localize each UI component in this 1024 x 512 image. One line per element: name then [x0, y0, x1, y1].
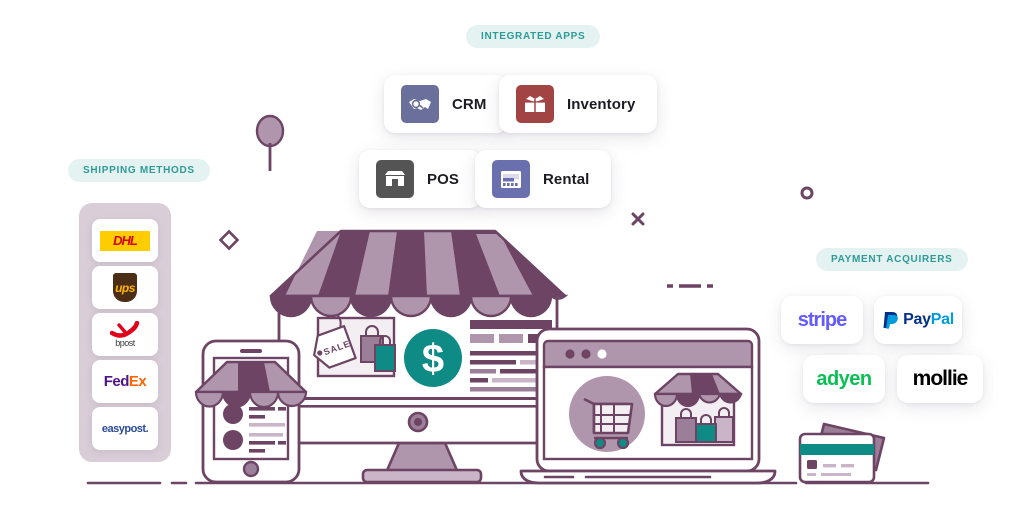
- calendar-icon: [492, 160, 530, 198]
- svg-text:$: $: [422, 337, 444, 381]
- shipping-logo-fedex[interactable]: FedEx: [92, 360, 158, 403]
- open-box-icon: [516, 85, 554, 123]
- shipping-logo-ups[interactable]: ups: [92, 266, 158, 309]
- app-card-label: POS: [427, 170, 459, 188]
- mobile-phone: [194, 339, 308, 484]
- shipping-logo-label: ups: [115, 280, 135, 295]
- storefront-awning: [269, 229, 569, 318]
- handshake-icon: [401, 85, 439, 123]
- shipping-logo-dhl[interactable]: DHL: [92, 219, 158, 262]
- payment-logo-paypal[interactable]: PayPal: [874, 296, 962, 344]
- app-card-label: Rental: [543, 170, 590, 188]
- paypal-p-icon: [883, 312, 898, 329]
- decoration-ring-outline: [800, 186, 814, 200]
- shipping-logo-label: easypost.: [101, 422, 149, 435]
- payment-logo-stripe[interactable]: stripe: [781, 296, 863, 344]
- payment-logo-label: mollie: [912, 367, 969, 390]
- credit-cards: [798, 422, 886, 484]
- shipping-logo-label: DHL: [113, 233, 138, 248]
- app-card-label: CRM: [452, 95, 487, 113]
- badge-integrated-apps: INTEGRATED APPS: [466, 25, 601, 48]
- app-card-rental[interactable]: Rental: [475, 150, 612, 208]
- app-card-pos[interactable]: POS: [359, 150, 481, 208]
- payment-logo-label: adyen: [816, 367, 872, 390]
- badge-shipping-methods: SHIPPING METHODS: [68, 159, 210, 182]
- shipping-logo-label: bpost: [115, 338, 135, 348]
- shipping-logo-easypost[interactable]: easypost.: [92, 407, 158, 450]
- decoration-x-mark: [631, 212, 645, 226]
- shipping-logo-label: FedEx: [103, 373, 147, 390]
- desktop-monitor: SALE $: [269, 229, 569, 484]
- app-card-inventory[interactable]: Inventory: [499, 75, 658, 133]
- payment-logo-adyen[interactable]: adyen: [803, 355, 885, 403]
- payment-logo-label: stripe: [797, 308, 847, 331]
- decoration-diamond-outline: [218, 229, 240, 251]
- payment-logo-label: PayPal: [903, 311, 954, 328]
- decoration-balloon-pin: [255, 114, 285, 171]
- laptop: [519, 327, 777, 485]
- badge-payment-acquirers: PAYMENT ACQUIRERS: [816, 248, 968, 271]
- shipping-logo-bpost[interactable]: bpost: [92, 313, 158, 356]
- bpost-swoosh-icon: [110, 321, 140, 338]
- app-card-crm[interactable]: CRM: [384, 75, 509, 133]
- payment-logo-mollie[interactable]: mollie: [897, 355, 983, 403]
- illustration-canvas: SALE $ INTEGRATED APPS SHIPPING METHODS …: [0, 0, 1024, 512]
- app-card-label: Inventory: [567, 95, 636, 113]
- storefront-icon: [376, 160, 414, 198]
